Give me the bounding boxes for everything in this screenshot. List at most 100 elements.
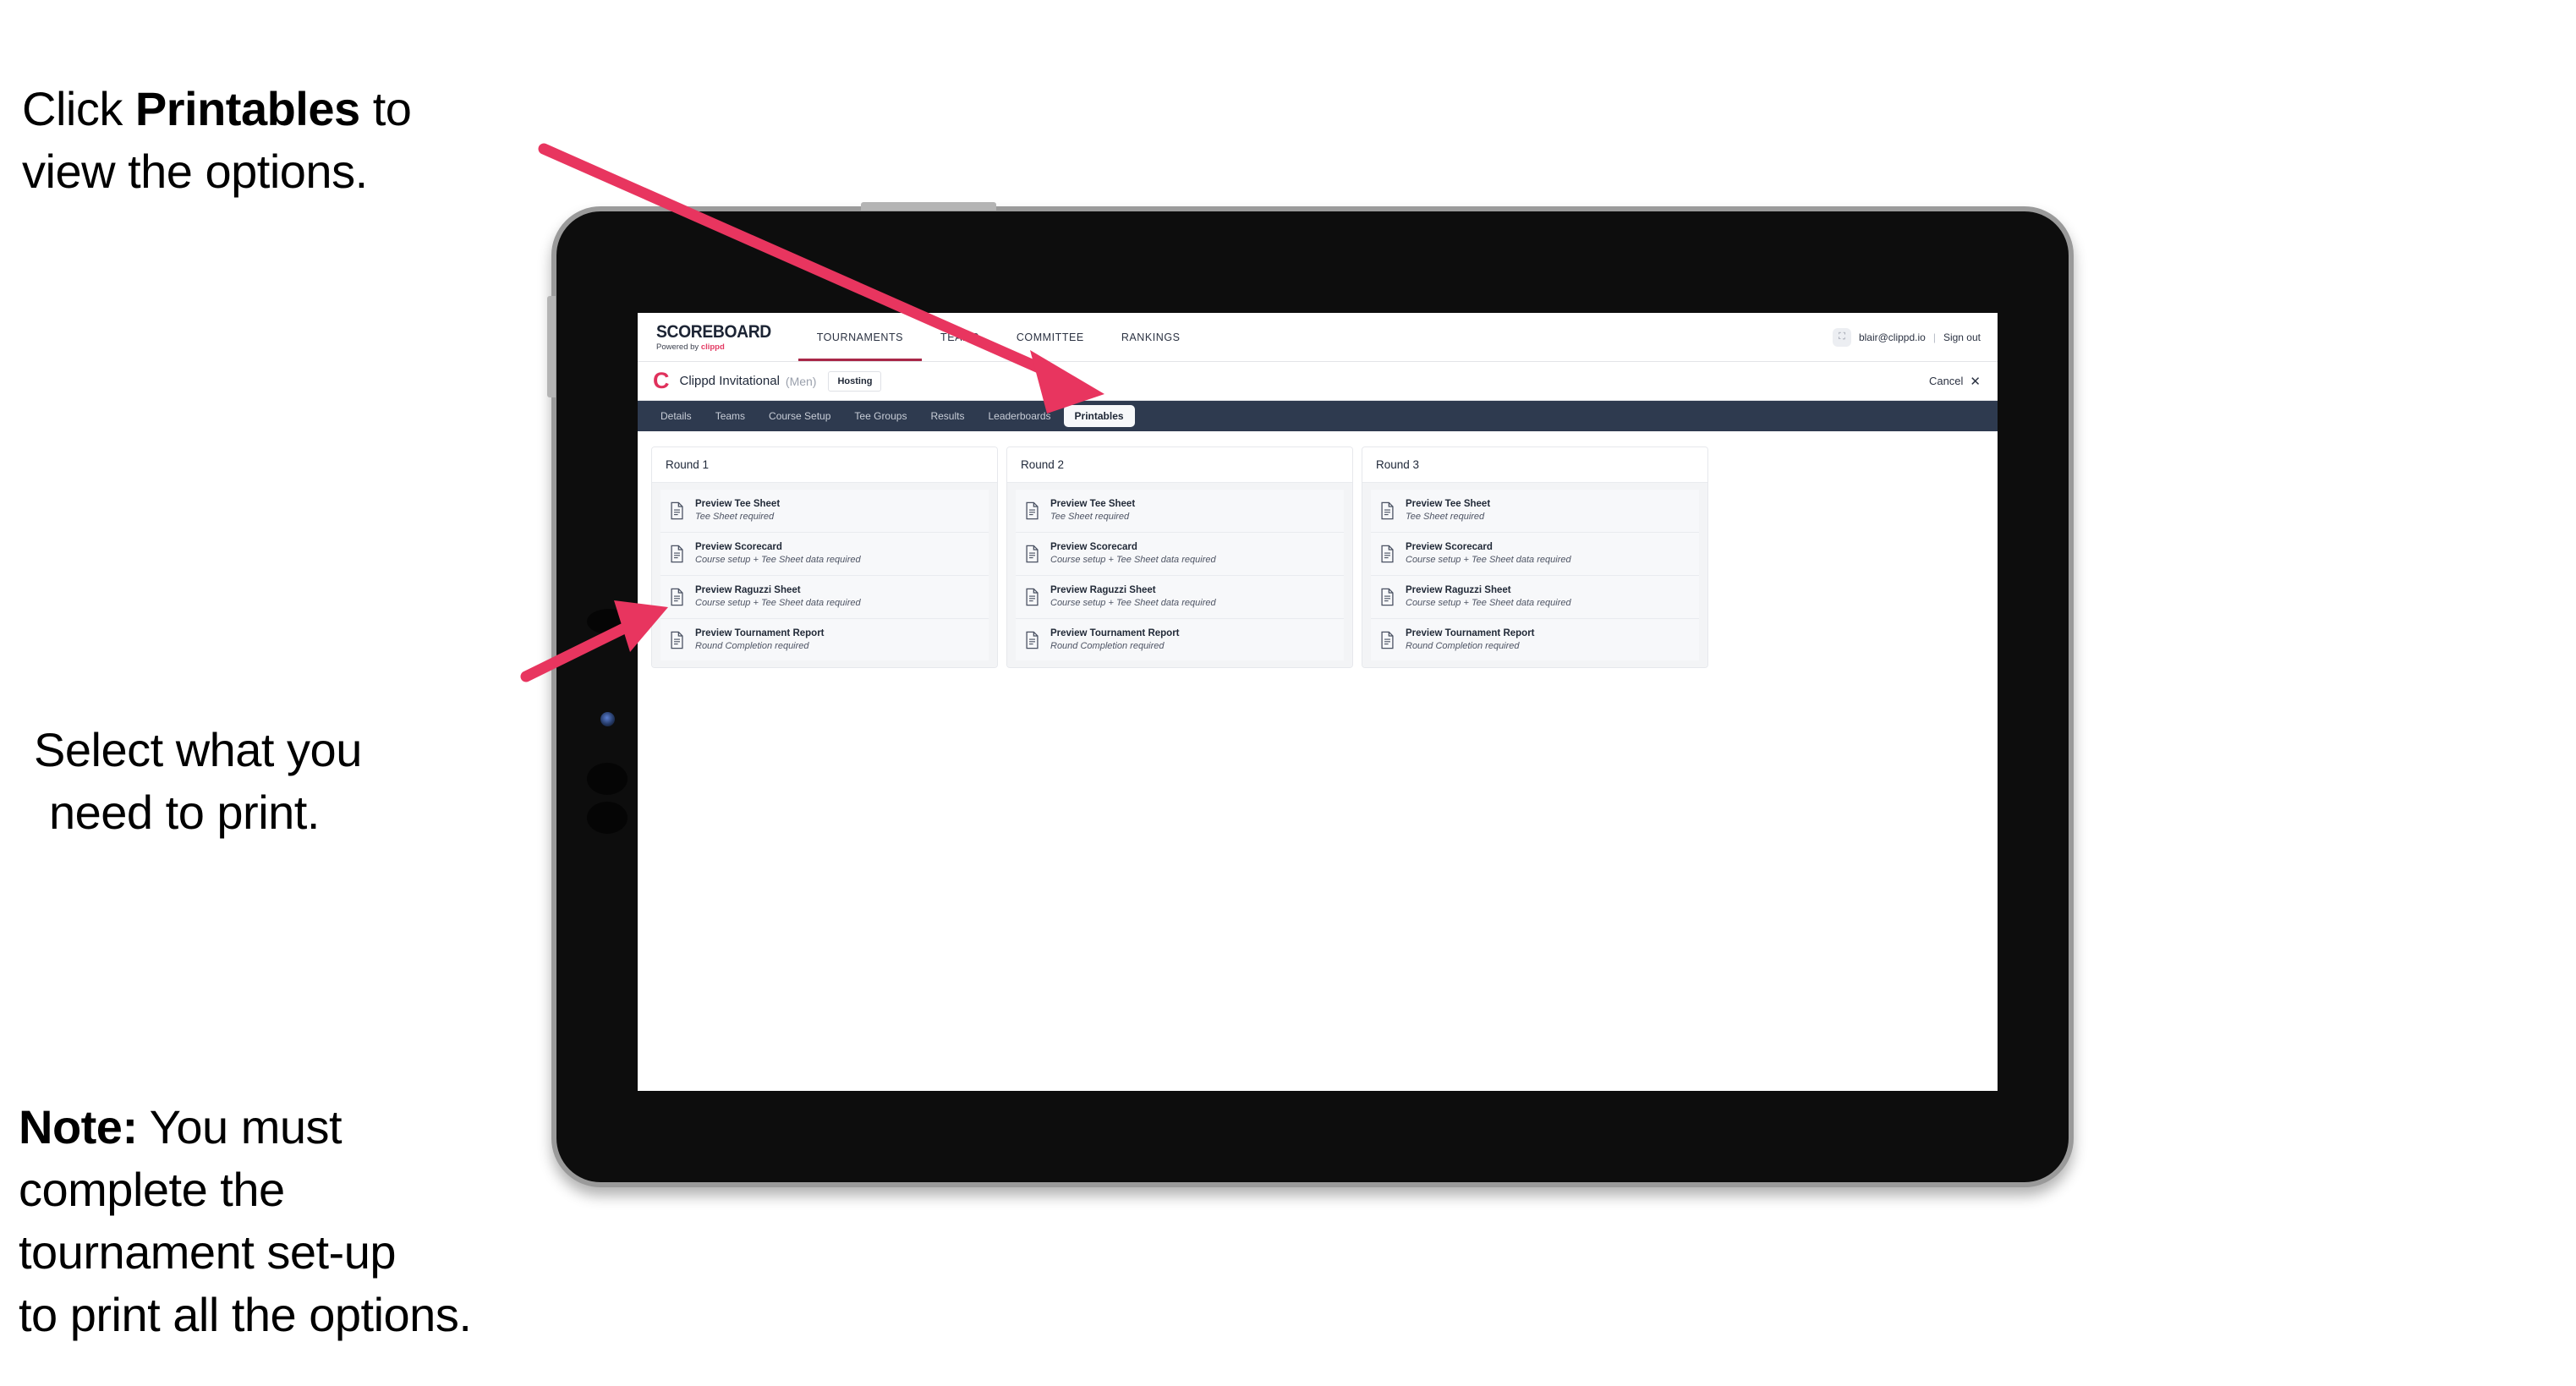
round-card-2: Round 2 Preview Tee Sheet Tee Sheet requi… — [1006, 446, 1353, 669]
sign-out-link[interactable]: Sign out — [1943, 331, 1981, 343]
device-side-button[interactable] — [587, 609, 631, 634]
app-top-bar: SCOREBOARD Powered by clippd TOURNAMENTS… — [638, 313, 1998, 362]
annotation-click-printables: Click Printables to view the options. — [22, 15, 563, 203]
close-icon: ✕ — [1970, 374, 1981, 389]
printable-item-tee-sheet[interactable]: Preview Tee Sheet Tee Sheet required — [1371, 490, 1699, 533]
tournament-gender: (Men) — [785, 374, 817, 388]
device-button-upper[interactable] — [587, 763, 628, 795]
device-button-lower[interactable] — [587, 802, 628, 834]
printable-item-tournament-report[interactable]: Preview Tournament Report Round Completio… — [1371, 618, 1699, 661]
tab-results[interactable]: Results — [919, 405, 975, 427]
printable-title: Preview Scorecard — [1406, 541, 1493, 552]
printable-title: Preview Raguzzi Sheet — [695, 584, 801, 595]
nav-item-rankings[interactable]: RANKINGS — [1103, 313, 1199, 361]
section-tab-bar: Details Teams Course Setup Tee Groups Re… — [638, 401, 1998, 431]
printable-item-raguzzi-sheet[interactable]: Preview Raguzzi Sheet Course setup + Tee … — [1371, 575, 1699, 619]
round-item-list: Preview Tee Sheet Tee Sheet required Prev… — [1007, 483, 1352, 668]
annotation-note-bold: Note: — [19, 1099, 138, 1153]
printable-title: Preview Tournament Report — [1050, 627, 1180, 638]
document-icon — [1026, 501, 1039, 520]
brand-sub-prefix: Powered by — [656, 342, 701, 352]
round-card-1: Round 1 Preview Tee Sheet Tee Sheet requi… — [651, 446, 998, 669]
round-heading: Round 3 — [1362, 447, 1707, 483]
device-volume-button[interactable] — [547, 296, 556, 397]
annotation-select-print: Select what you need to print. — [34, 656, 541, 907]
printable-subtitle: Tee Sheet required — [1406, 512, 1485, 523]
account-email: blair@clippd.io — [1858, 331, 1926, 343]
printable-subtitle: Course setup + Tee Sheet data required — [1050, 597, 1216, 608]
printable-subtitle: Tee Sheet required — [695, 512, 775, 523]
annotation-click-pre: Click — [22, 81, 135, 135]
avatar[interactable]: ⛶ — [1832, 327, 1851, 347]
annotation-click-bold: Printables — [134, 81, 360, 135]
round-heading: Round 2 — [1007, 447, 1352, 483]
document-icon — [1381, 545, 1394, 563]
printable-title: Preview Tee Sheet — [1050, 499, 1136, 509]
printable-item-scorecard[interactable]: Preview Scorecard Course setup + Tee Shee… — [660, 532, 989, 576]
round-item-list: Preview Tee Sheet Tee Sheet required Prev… — [652, 483, 997, 668]
document-icon — [671, 545, 683, 563]
printable-item-scorecard[interactable]: Preview Scorecard Course setup + Tee Shee… — [1016, 532, 1344, 576]
printable-subtitle: Tee Sheet required — [1050, 512, 1130, 523]
primary-nav: TOURNAMENTS TEAMS COMMITTEE RANKINGS — [797, 313, 1199, 361]
printable-item-tournament-report[interactable]: Preview Tournament Report Round Completio… — [660, 618, 989, 661]
tab-printables[interactable]: Printables — [1063, 405, 1135, 427]
status-badge: Hosting — [828, 370, 882, 392]
document-icon — [671, 501, 683, 520]
tab-tee-groups[interactable]: Tee Groups — [843, 405, 918, 427]
printable-item-raguzzi-sheet[interactable]: Preview Raguzzi Sheet Course setup + Tee … — [1016, 575, 1344, 619]
cancel-label: Cancel — [1928, 375, 1964, 387]
nav-item-teams[interactable]: TEAMS — [922, 313, 998, 361]
printable-subtitle: Round Completion required — [695, 640, 809, 651]
page-root: Click Printables to view the options. Se… — [0, 0, 2576, 1386]
annotation-select-line2: need to print. — [49, 785, 320, 839]
printable-item-tee-sheet[interactable]: Preview Tee Sheet Tee Sheet required — [660, 490, 989, 533]
brand-sub-clippd: clippd — [700, 342, 725, 352]
tab-leaderboards[interactable]: Leaderboards — [977, 405, 1061, 427]
camera-icon — [600, 712, 615, 726]
printable-item-raguzzi-sheet[interactable]: Preview Raguzzi Sheet Course setup + Tee … — [660, 575, 989, 619]
clippd-logo-icon: C — [653, 368, 670, 393]
printable-subtitle: Round Completion required — [1050, 640, 1165, 651]
printable-item-scorecard[interactable]: Preview Scorecard Course setup + Tee Shee… — [1371, 532, 1699, 576]
printable-subtitle: Course setup + Tee Sheet data required — [1406, 555, 1571, 566]
printable-subtitle: Course setup + Tee Sheet data required — [695, 555, 861, 566]
printable-title: Preview Tee Sheet — [1406, 499, 1491, 509]
document-icon — [671, 631, 683, 649]
brand-logo[interactable]: SCOREBOARD Powered by clippd — [638, 313, 798, 361]
device-top-button[interactable] — [861, 202, 996, 211]
account-area: ⛶ blair@clippd.io | Sign out — [1832, 313, 1998, 361]
printable-subtitle: Course setup + Tee Sheet data required — [1406, 597, 1571, 608]
tab-teams[interactable]: Teams — [704, 405, 756, 427]
tab-details[interactable]: Details — [649, 405, 703, 427]
brand-subtitle: Powered by clippd — [656, 343, 781, 352]
tab-course-setup[interactable]: Course Setup — [758, 405, 841, 427]
document-icon — [1026, 631, 1039, 649]
printable-item-tee-sheet[interactable]: Preview Tee Sheet Tee Sheet required — [1016, 490, 1344, 533]
printable-title: Preview Tournament Report — [695, 627, 825, 638]
printable-title: Preview Raguzzi Sheet — [1406, 584, 1511, 595]
printable-item-tournament-report[interactable]: Preview Tournament Report Round Completio… — [1016, 618, 1344, 661]
document-icon — [1026, 588, 1039, 605]
account-separator: | — [1932, 331, 1936, 343]
printables-content: Round 1 Preview Tee Sheet Tee Sheet requi… — [638, 431, 1998, 684]
tablet-screen: SCOREBOARD Powered by clippd TOURNAMENTS… — [638, 313, 1998, 1091]
printable-subtitle: Course setup + Tee Sheet data required — [1050, 555, 1216, 566]
nav-item-committee[interactable]: COMMITTEE — [998, 313, 1103, 361]
round-card-3: Round 3 Preview Tee Sheet Tee Sheet requi… — [1362, 446, 1708, 669]
document-icon — [1381, 501, 1394, 520]
document-icon — [1381, 588, 1394, 605]
printable-title: Preview Raguzzi Sheet — [1050, 584, 1156, 595]
nav-item-tournaments[interactable]: TOURNAMENTS — [797, 313, 923, 361]
round-item-list: Preview Tee Sheet Tee Sheet required Prev… — [1362, 483, 1707, 668]
tablet-device: SCOREBOARD Powered by clippd TOURNAMENTS… — [547, 202, 2074, 1187]
printable-title: Preview Scorecard — [1050, 541, 1137, 552]
annotation-select-line1: Select what you — [34, 722, 362, 776]
tournament-name: Clippd Invitational — [679, 374, 780, 388]
document-icon — [671, 588, 683, 605]
document-icon — [1381, 631, 1394, 649]
printable-subtitle: Round Completion required — [1406, 640, 1520, 651]
cancel-button[interactable]: Cancel ✕ — [1929, 374, 1981, 389]
printable-title: Preview Scorecard — [695, 541, 782, 552]
document-icon — [1026, 545, 1039, 563]
